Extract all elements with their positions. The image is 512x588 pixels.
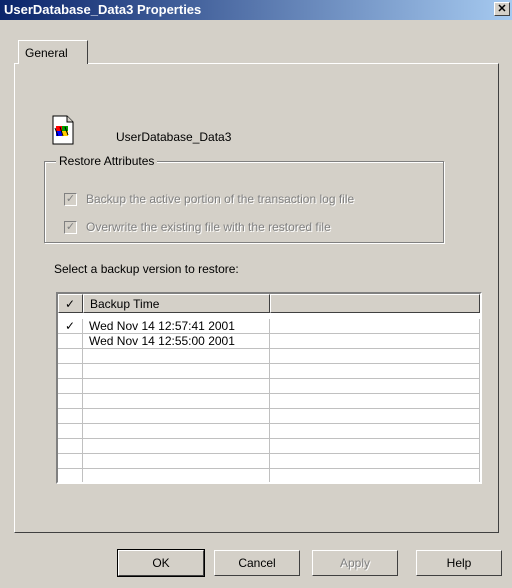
column-header-backup-time-label: Backup Time (90, 297, 160, 311)
backup-version-list[interactable]: ✓ Backup Time ✓ Wed Nov 14 12:57:41 2001… (56, 292, 482, 484)
cancel-button[interactable]: Cancel (214, 550, 300, 576)
ok-button[interactable]: OK (117, 549, 205, 577)
tab-general[interactable]: General (18, 40, 88, 64)
row-extra (270, 334, 480, 349)
column-header-check[interactable]: ✓ (58, 294, 83, 313)
window-title: UserDatabase_Data3 Properties (4, 2, 202, 17)
empty-row (58, 349, 480, 364)
generic-file-icon (52, 115, 74, 145)
empty-row (58, 364, 480, 379)
file-name: UserDatabase_Data3 (116, 130, 232, 144)
select-backup-label: Select a backup version to restore: (54, 262, 239, 276)
apply-button[interactable]: Apply (312, 550, 398, 576)
help-button[interactable]: Help (416, 550, 502, 576)
column-header-check-label: ✓ (65, 297, 76, 311)
backup-active-log-label: Backup the active portion of the transac… (86, 192, 355, 206)
empty-row (58, 439, 480, 454)
close-button[interactable]: ✕ (494, 2, 510, 16)
backup-active-log-checkbox[interactable]: ✓ (64, 193, 77, 206)
column-header-extra[interactable] (270, 294, 480, 313)
empty-row (58, 454, 480, 469)
table-row[interactable]: Wed Nov 14 12:55:00 2001 (58, 334, 480, 349)
row-check-mark (58, 334, 83, 349)
tab-general-label: General (25, 46, 68, 60)
row-backup-time: Wed Nov 14 12:57:41 2001 (83, 319, 270, 334)
empty-row (58, 424, 480, 439)
empty-row (58, 469, 480, 482)
overwrite-existing-checkbox[interactable]: ✓ (64, 221, 77, 234)
row-extra (270, 319, 480, 334)
restore-attributes-label: Restore Attributes (56, 154, 158, 168)
empty-row (58, 394, 480, 409)
title-bar[interactable]: UserDatabase_Data3 Properties ✕ (0, 0, 512, 20)
empty-row (58, 379, 480, 394)
row-backup-time: Wed Nov 14 12:55:00 2001 (83, 334, 270, 349)
properties-dialog: UserDatabase_Data3 Properties ✕ General … (0, 0, 512, 588)
empty-row (58, 409, 480, 424)
column-header-backup-time[interactable]: Backup Time (83, 294, 270, 313)
row-check-mark: ✓ (58, 319, 83, 334)
table-row[interactable]: ✓ Wed Nov 14 12:57:41 2001 (58, 319, 480, 334)
overwrite-existing-label: Overwrite the existing file with the res… (86, 220, 331, 234)
